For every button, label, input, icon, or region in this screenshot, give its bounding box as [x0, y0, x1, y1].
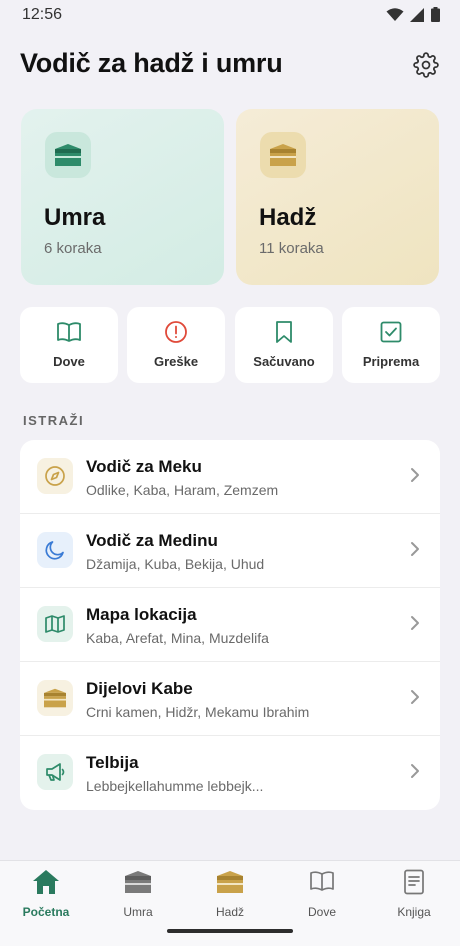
hadz-subtitle: 11 koraka: [259, 240, 324, 257]
umra-card[interactable]: Umra 6 koraka: [21, 109, 224, 285]
nav-item-umra[interactable]: Umra: [92, 861, 184, 931]
nav-item-knjiga[interactable]: Knjiga: [368, 861, 460, 931]
bottom-nav: Početna Umra Hadž Dove Knjiga: [0, 860, 460, 946]
document-icon: [404, 869, 424, 895]
telbija-subtitle: Lebbejkellahumme lebbejk...: [86, 778, 264, 794]
gear-icon: [413, 52, 439, 78]
wifi-icon: [386, 7, 404, 21]
umra-icon-box: [45, 132, 91, 178]
quick-dove-button[interactable]: Dove: [20, 307, 118, 383]
quick-greske-button[interactable]: Greške: [127, 307, 225, 383]
alert-icon: [165, 321, 187, 343]
home-indicator[interactable]: [167, 929, 293, 933]
nav-label-hadz: Hadž: [215, 905, 244, 919]
list-item-meka[interactable]: Vodič za Meku Odlike, Kaba, Haram, Zemze…: [20, 440, 440, 514]
meka-icon-box: [37, 458, 73, 494]
nav-item-hadz[interactable]: Hadž: [184, 861, 276, 931]
settings-button[interactable]: [412, 51, 440, 79]
section-label-istrazi: ISTRAŽI: [23, 413, 85, 428]
map-icon: [45, 615, 65, 633]
home-icon: [33, 870, 59, 894]
umra-subtitle: 6 koraka: [44, 240, 102, 257]
book-icon: [310, 871, 334, 891]
compass-icon: [45, 466, 65, 486]
header: Vodič za hadž i umru: [20, 48, 440, 88]
signal-icon: [410, 7, 424, 22]
nav-label-umra: Umra: [123, 905, 153, 919]
kaba-subtitle: Crni kamen, Hidžr, Mekamu Ibrahim: [86, 704, 310, 720]
chevron-right-icon: [411, 764, 419, 778]
nav-label-pocetna: Početna: [22, 905, 70, 919]
book-icon: [57, 322, 81, 342]
mapa-icon-box: [37, 606, 73, 642]
chevron-right-icon: [411, 690, 419, 704]
list-item-mapa[interactable]: Mapa lokacija Kaba, Arefat, Mina, Muzdel…: [20, 588, 440, 662]
nav-label-knjiga: Knjiga: [397, 905, 431, 919]
kaaba-icon: [125, 871, 151, 893]
kaba-title: Dijelovi Kabe: [86, 679, 193, 698]
quick-sacuvano-label: Sačuvano: [253, 354, 315, 369]
kaaba-icon: [270, 144, 296, 166]
medina-icon-box: [37, 532, 73, 568]
list-item-telbija[interactable]: Telbija Lebbejkellahumme lebbejk...: [20, 736, 440, 810]
chevron-right-icon: [411, 542, 419, 556]
mapa-subtitle: Kaba, Arefat, Mina, Muzdelifa: [86, 630, 269, 646]
hadz-icon-box: [260, 132, 306, 178]
nav-item-pocetna[interactable]: Početna: [0, 861, 92, 931]
quick-sacuvano-button[interactable]: Sačuvano: [235, 307, 333, 383]
status-time: 12:56: [22, 6, 63, 23]
kaaba-icon: [44, 688, 66, 708]
quick-greske-label: Greške: [153, 354, 199, 369]
quick-dove-label: Dove: [53, 354, 85, 369]
nav-item-dove[interactable]: Dove: [276, 861, 368, 931]
medina-title: Vodič za Medinu: [86, 531, 218, 550]
moon-icon: [45, 541, 64, 560]
umra-title: Umra: [44, 204, 106, 231]
list-item-medina[interactable]: Vodič za Medinu Džamija, Kuba, Bekija, U…: [20, 514, 440, 588]
list-item-kaba[interactable]: Dijelovi Kabe Crni kamen, Hidžr, Mekamu …: [20, 662, 440, 736]
explore-list: Vodič za Meku Odlike, Kaba, Haram, Zemze…: [20, 440, 440, 810]
kaaba-icon: [217, 871, 243, 893]
meka-subtitle: Odlike, Kaba, Haram, Zemzem: [86, 482, 279, 498]
telbija-icon-box: [37, 754, 73, 790]
telbija-title: Telbija: [86, 753, 139, 772]
chevron-right-icon: [411, 468, 419, 482]
kaba-icon-box: [37, 680, 73, 716]
quick-priprema-button[interactable]: Priprema: [342, 307, 440, 383]
checkbox-icon: [380, 321, 402, 343]
meka-title: Vodič za Meku: [86, 457, 202, 476]
page-title: Vodič za hadž i umru: [20, 48, 283, 78]
mapa-title: Mapa lokacija: [86, 605, 197, 624]
chevron-right-icon: [411, 616, 419, 630]
battery-icon: [431, 7, 440, 22]
quick-actions: Dove Greške Sačuvano Priprema: [20, 307, 440, 383]
nav-label-dove: Dove: [307, 905, 336, 919]
medina-subtitle: Džamija, Kuba, Bekija, Uhud: [86, 556, 265, 572]
hadz-card[interactable]: Hadž 11 koraka: [236, 109, 439, 285]
status-icons: [386, 7, 440, 22]
megaphone-icon: [46, 763, 65, 781]
quick-priprema-label: Priprema: [362, 354, 420, 369]
hadz-title: Hadž: [259, 204, 317, 231]
status-bar: 12:56: [0, 0, 460, 30]
kaaba-icon: [55, 144, 81, 166]
bookmark-icon: [276, 321, 292, 343]
